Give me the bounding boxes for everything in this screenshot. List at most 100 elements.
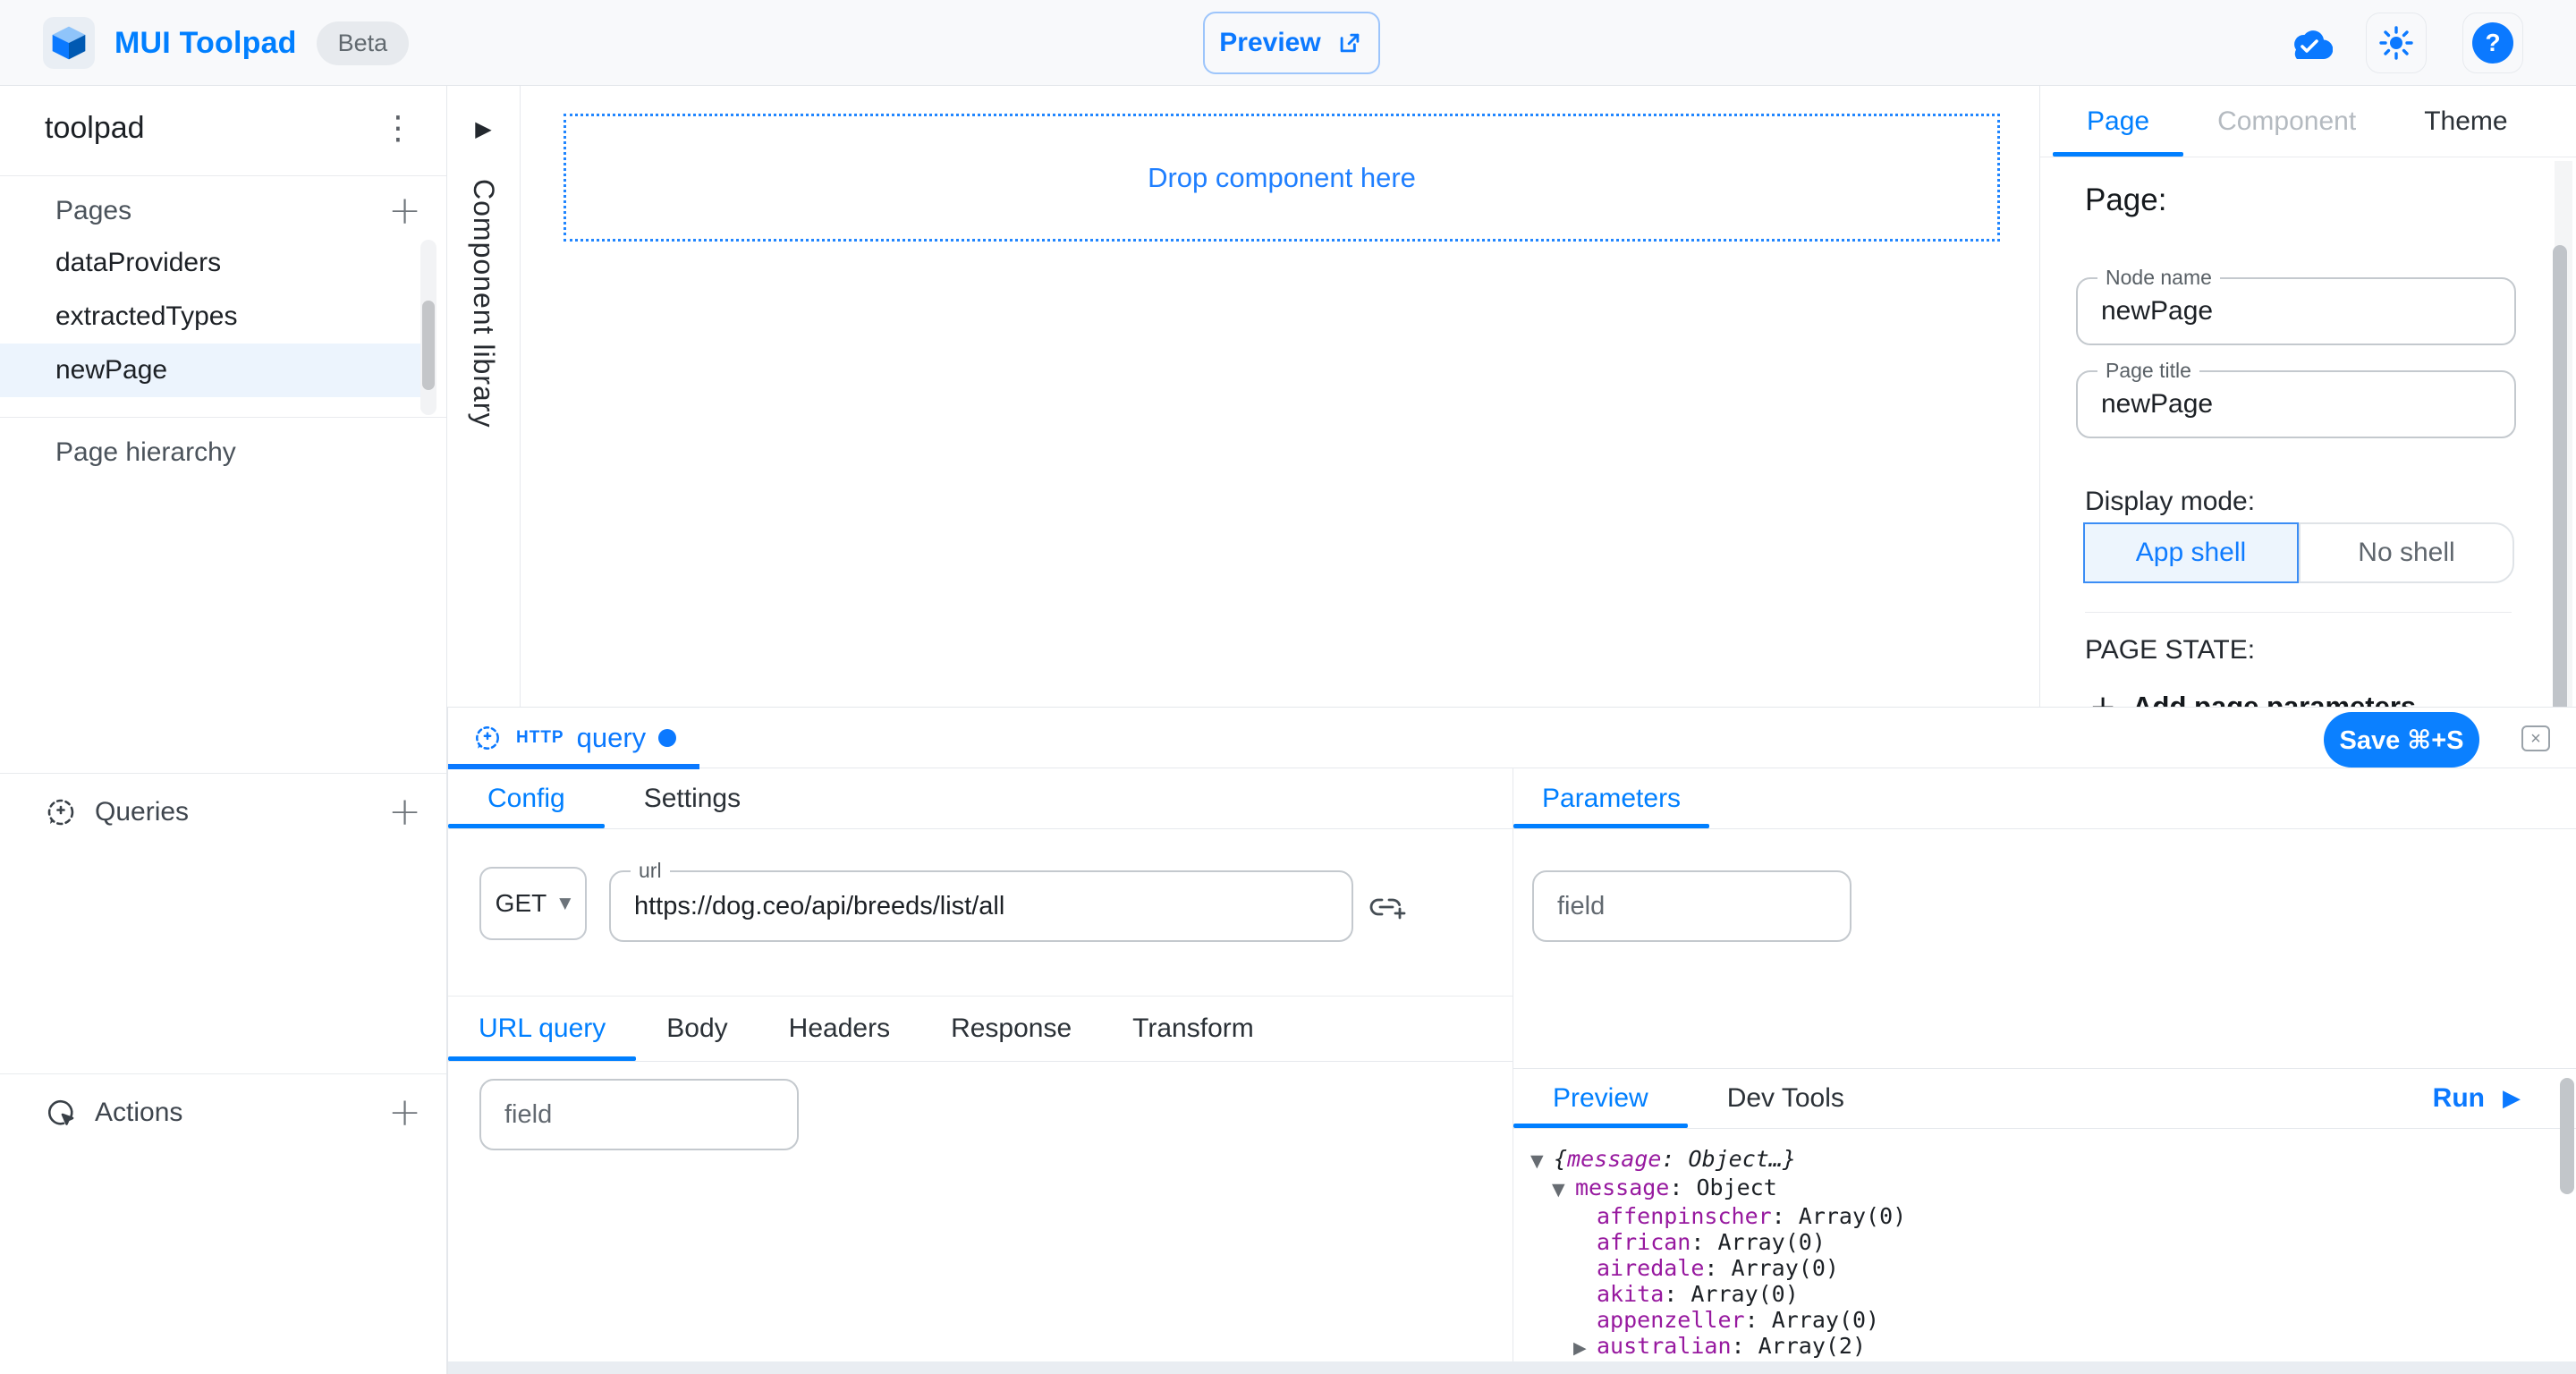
request-tabs: URL queryBodyHeadersResponseTransform	[448, 997, 1513, 1062]
url-input[interactable]	[634, 872, 1332, 940]
actions-section-label: Actions	[79, 1098, 182, 1128]
query-editor-panel: HTTP query Save ⌘+S × ConfigSettings GET…	[447, 707, 2576, 1374]
display-mode-option[interactable]: App shell	[2083, 522, 2299, 583]
query-refresh-icon	[471, 722, 504, 754]
json-value: Array(0)	[1799, 1203, 1906, 1229]
pages-section-header: Pages +	[0, 186, 446, 236]
component-library-panel[interactable]: ▶ Component library	[447, 86, 521, 707]
drop-zone[interactable]: Drop component here	[564, 114, 2000, 242]
queries-section-header: Queries +	[0, 785, 446, 839]
json-key: message	[1575, 1175, 1669, 1200]
page-item-label: extractedTypes	[55, 301, 237, 332]
page-title-input[interactable]	[2101, 372, 2495, 437]
add-page-parameters-button[interactable]: + Add page parameters	[2089, 683, 2416, 707]
url-query-field-input[interactable]	[504, 1081, 773, 1149]
divider	[0, 175, 446, 176]
horizontal-scrollbar-track[interactable]	[448, 1361, 2576, 1374]
inspector-scrollbar-thumb[interactable]	[2553, 245, 2567, 707]
queries-section-label: Queries	[79, 797, 189, 827]
pages-section-label: Pages	[0, 196, 131, 226]
sidebar-page-item[interactable]: dataProviders	[0, 236, 422, 290]
drop-zone-hint: Drop component here	[1148, 162, 1416, 194]
parameters-tabs: Parameters	[1513, 769, 2576, 829]
json-colon: :	[1690, 1229, 1717, 1255]
result-tab[interactable]: Preview	[1513, 1069, 1688, 1128]
json-tree-row: akita: Array(0)	[1521, 1281, 2550, 1307]
json-key: message	[1567, 1146, 1661, 1172]
json-colon: :	[1745, 1307, 1772, 1333]
inspector-tab[interactable]: Theme	[2390, 86, 2541, 157]
url-query-field	[479, 1079, 799, 1150]
http-method-select[interactable]: GET ▼	[479, 867, 587, 940]
help-icon: ?	[2472, 22, 2513, 64]
display-mode-option[interactable]: No shell	[2299, 522, 2514, 583]
tree-toggle-icon[interactable]: ▶	[1573, 1336, 1597, 1361]
inspector-tabs: PageComponentTheme	[2040, 86, 2576, 157]
json-key: australian	[1597, 1333, 1732, 1359]
json-value: Array(0)	[1732, 1255, 1839, 1281]
run-button[interactable]: Run ▶	[2433, 1068, 2521, 1129]
page-hierarchy-header[interactable]: Page hierarchy	[0, 428, 446, 478]
json-tree-row: ▶australian: Array(2)	[1521, 1333, 2550, 1361]
parameters-field	[1532, 870, 1852, 942]
node-name-input[interactable]	[2101, 279, 2495, 344]
parameters-tab[interactable]: Parameters	[1513, 769, 1709, 828]
json-colon: :	[1704, 1255, 1731, 1281]
add-page-button[interactable]: +	[388, 191, 421, 231]
request-tab[interactable]: URL query	[448, 997, 636, 1061]
node-name-field: Node name	[2076, 277, 2516, 345]
result-scrollbar-thumb[interactable]	[2560, 1078, 2574, 1194]
json-key: affenpinscher	[1597, 1203, 1772, 1229]
preview-button[interactable]: Preview	[1203, 12, 1380, 74]
request-tab[interactable]: Headers	[758, 997, 920, 1061]
json-tree-row: affenpinscher: Array(0)	[1521, 1203, 2550, 1229]
request-tab[interactable]: Transform	[1102, 997, 1284, 1061]
result-tab[interactable]: Dev Tools	[1688, 1069, 1884, 1128]
http-method-value: GET	[496, 889, 547, 918]
query-type-label: HTTP	[516, 728, 564, 748]
project-name: toolpad	[45, 111, 145, 146]
display-mode-toggle: App shellNo shell	[2083, 522, 2514, 583]
json-tree-row: airedale: Array(0)	[1521, 1255, 2550, 1281]
json-colon: :	[1661, 1146, 1688, 1172]
json-brace: {	[1554, 1146, 1567, 1172]
inspector-scrollbar[interactable]	[2555, 161, 2572, 707]
page-heading: Page:	[2085, 182, 2166, 218]
tree-toggle-icon[interactable]: ▼	[1552, 1177, 1575, 1203]
sidebar-page-item[interactable]: newPage	[0, 344, 422, 397]
add-link-icon[interactable]	[1368, 885, 1411, 928]
config-tab[interactable]: Settings	[605, 769, 780, 828]
sidebar-scrollbar-thumb[interactable]	[422, 301, 435, 390]
json-colon: :	[1669, 1175, 1696, 1200]
add-query-button[interactable]: +	[388, 793, 421, 832]
plus-icon: +	[2089, 689, 2116, 708]
expand-arrow-icon: ▶	[475, 116, 491, 141]
divider	[0, 773, 446, 774]
inspector-tab[interactable]: Page	[2053, 86, 2183, 157]
sidebar-page-item[interactable]: extractedTypes	[0, 290, 422, 344]
project-menu-icon[interactable]: ⋮	[382, 109, 414, 148]
json-colon: :	[1664, 1281, 1690, 1307]
theme-toggle-button[interactable]	[2366, 13, 2427, 73]
help-button[interactable]: ?	[2462, 13, 2523, 73]
add-page-parameters-label: Add page parameters	[2132, 691, 2416, 707]
close-icon[interactable]: ×	[2521, 725, 2550, 751]
json-value: Object	[1696, 1175, 1776, 1200]
config-tabs: ConfigSettings	[448, 769, 1513, 829]
add-action-button[interactable]: +	[388, 1093, 421, 1132]
inspector-tab[interactable]: Component	[2183, 86, 2390, 157]
request-tab[interactable]: Response	[920, 997, 1102, 1061]
mui-toolpad-app: MUI Toolpad Beta Preview	[0, 0, 2576, 1374]
parameters-field-input[interactable]	[1557, 872, 1826, 940]
query-tab[interactable]: HTTP query	[448, 708, 699, 768]
mui-logo-icon	[43, 17, 95, 69]
page-state-label: PAGE STATE:	[2085, 635, 2255, 666]
tree-toggle-icon[interactable]: ▼	[1530, 1149, 1554, 1175]
config-tab[interactable]: Config	[448, 769, 605, 828]
request-tab[interactable]: Body	[636, 997, 758, 1061]
save-button[interactable]: Save ⌘+S	[2324, 712, 2479, 768]
json-value: Array(0)	[1717, 1229, 1825, 1255]
sidebar-scrollbar[interactable]	[420, 240, 436, 415]
json-key: akita	[1597, 1281, 1664, 1307]
query-name-label: query	[577, 722, 647, 754]
